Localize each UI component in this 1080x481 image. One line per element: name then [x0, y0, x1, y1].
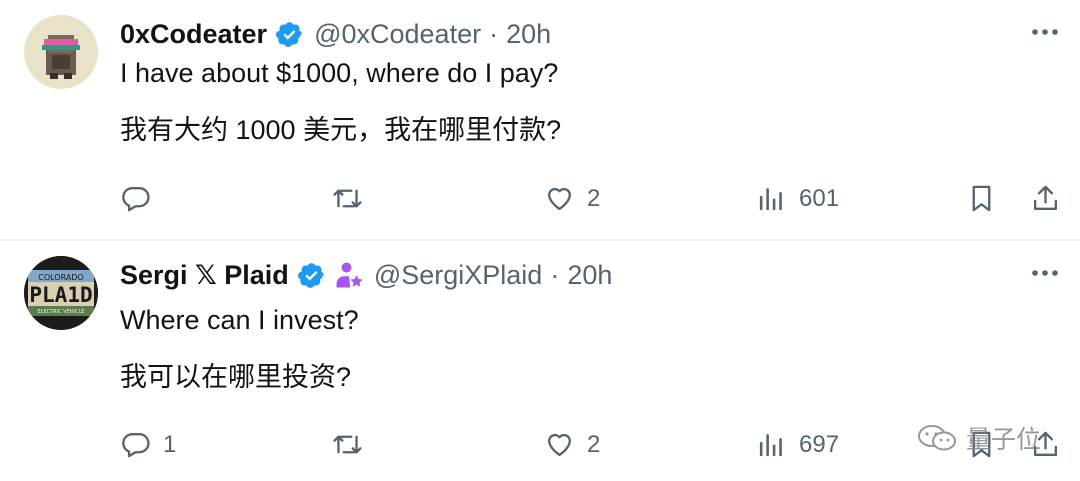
tweet-header: 0xCodeater @0xCodeater · 20h — [120, 14, 551, 54]
repost-icon — [333, 189, 362, 208]
like-button[interactable]: 2 — [544, 183, 600, 214]
reply-icon — [122, 433, 150, 458]
views-button[interactable]: 601 — [756, 183, 839, 214]
views-chart-icon — [759, 434, 782, 457]
avatar-plate-caption: ELECTRIC VEHICLE — [38, 309, 85, 315]
bookmark-button[interactable] — [966, 183, 997, 214]
share-button[interactable] — [1030, 183, 1061, 214]
tweet-text-en: I have about $1000, where do I pay? — [120, 58, 559, 88]
heart-icon — [548, 187, 571, 210]
more-options-icon[interactable] — [1030, 22, 1060, 42]
heart-icon — [548, 433, 571, 456]
views-button[interactable]: 697 — [756, 429, 839, 460]
views-chart-icon — [759, 188, 782, 211]
display-name[interactable]: Sergi 𝕏 Plaid — [120, 260, 289, 291]
display-name[interactable]: 0xCodeater — [120, 19, 267, 50]
avatar-sergixplaid[interactable]: COLORADO PLA1D ELECTRIC VEHICLE — [24, 256, 98, 330]
repost-icon — [333, 435, 362, 454]
view-count: 697 — [799, 430, 840, 458]
repost-button[interactable] — [332, 183, 363, 214]
timestamp[interactable]: 20h — [506, 19, 551, 50]
like-count: 2 — [587, 184, 601, 212]
separator: · — [489, 18, 499, 49]
avatar-0xcodeater[interactable] — [24, 15, 98, 89]
reply-count: 1 — [163, 430, 177, 458]
person-with-star-icon — [336, 262, 363, 288]
verified-badge-icon — [297, 262, 324, 288]
tweet-header: Sergi 𝕏 Plaid @SergiXPlaid · 20h — [120, 255, 612, 295]
tweet-text-en: Where can I invest? — [120, 305, 359, 335]
reply-button[interactable] — [120, 183, 163, 214]
watermark: 量子位 — [916, 420, 1041, 456]
action-bar: 2 601 — [0, 178, 1080, 222]
verified-badge-icon — [275, 21, 302, 47]
watermark-text: 量子位 — [966, 426, 1042, 454]
bookmark-icon — [972, 185, 991, 212]
tweet-text-zh: 我有大约 1000 美元，我在哪里付款? — [120, 115, 562, 145]
avatar-plate-state: COLORADO — [38, 273, 84, 282]
reply-button[interactable]: 1 — [120, 429, 176, 460]
separator: · — [550, 259, 560, 290]
timestamp[interactable]: 20h — [567, 260, 612, 291]
share-icon — [1034, 185, 1057, 210]
tweet-1[interactable]: 0xCodeater @0xCodeater · 20h I have abou… — [0, 0, 1080, 240]
avatar-plate-number: PLA1D — [29, 283, 92, 307]
like-count: 2 — [587, 430, 601, 458]
wechat-icon — [918, 425, 956, 451]
handle[interactable]: @SergiXPlaid — [374, 260, 543, 291]
view-count: 601 — [799, 184, 840, 212]
tweet-text-zh: 我可以在哪里投资? — [120, 362, 352, 392]
handle[interactable]: @0xCodeater — [314, 19, 481, 50]
like-button[interactable]: 2 — [544, 429, 600, 460]
more-options-icon[interactable] — [1030, 263, 1060, 283]
repost-button[interactable] — [332, 429, 363, 460]
reply-icon — [122, 187, 150, 212]
